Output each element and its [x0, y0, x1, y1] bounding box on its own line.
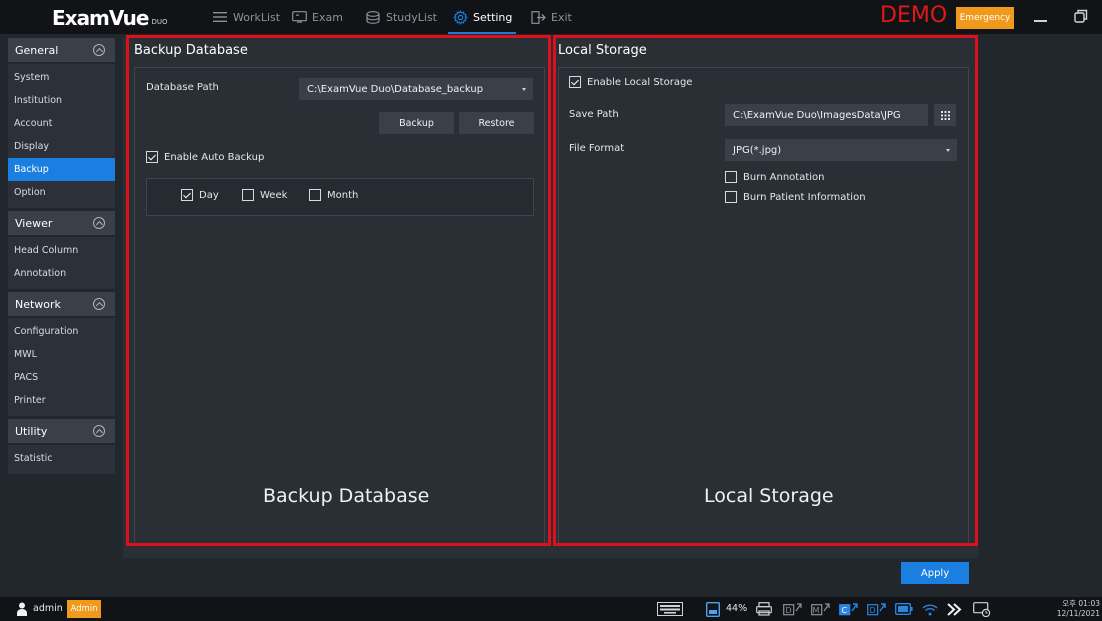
sidebar-group-label: Network: [15, 297, 61, 311]
svg-text:M: M: [813, 606, 820, 615]
display-settings-icon[interactable]: [973, 601, 991, 617]
user-name: admin: [33, 603, 63, 614]
sidebar-item-configuration[interactable]: Configuration: [8, 320, 115, 343]
sidebar-item-annotation[interactable]: Annotation: [8, 262, 115, 285]
sidebar-group-general-items: System Institution Account Display Backu…: [8, 64, 115, 208]
sidebar-group-viewer[interactable]: Viewer: [8, 211, 115, 235]
monitor-icon: [291, 10, 307, 24]
detector-d-icon: D: [783, 601, 803, 617]
battery-percent: 44%: [726, 603, 748, 614]
sidebar-group-network[interactable]: Network: [8, 292, 115, 316]
emergency-button[interactable]: Emergency: [956, 7, 1014, 29]
printer-icon[interactable]: [756, 601, 772, 617]
fast-forward-icon[interactable]: [947, 601, 963, 617]
sidebar-item-pacs[interactable]: PACS: [8, 366, 115, 389]
nav-exit[interactable]: Exit: [530, 0, 572, 34]
logo-subtext: DUO: [151, 18, 168, 26]
database-icon: [365, 10, 381, 24]
sidebar-group-label: Viewer: [15, 216, 53, 230]
sidebar-item-system[interactable]: System: [8, 66, 115, 89]
sidebar-group-label: General: [15, 43, 59, 57]
sidebar-group-general[interactable]: General: [8, 38, 115, 62]
wifi-icon[interactable]: [922, 601, 938, 617]
nav-exam-label: Exam: [312, 10, 343, 24]
restore-window-icon[interactable]: [1073, 8, 1089, 24]
system-clock: 오후 01:03 12/11/2021: [1050, 599, 1100, 619]
clock-date: 12/11/2021: [1056, 609, 1100, 618]
sidebar-item-display[interactable]: Display: [8, 135, 115, 158]
svg-text:D: D: [786, 606, 792, 615]
chevron-up-icon[interactable]: [93, 298, 105, 310]
chevron-up-icon[interactable]: [93, 217, 105, 229]
nav-exit-label: Exit: [551, 10, 572, 24]
sidebar-item-backup[interactable]: Backup: [8, 158, 115, 181]
menu-lines-icon: [212, 10, 228, 24]
storage-highlight-frame: [553, 35, 978, 546]
sidebar-group-viewer-items: Head Column Annotation: [8, 237, 115, 289]
backup-highlight-frame: [126, 35, 551, 546]
sidebar-item-printer[interactable]: Printer: [8, 389, 115, 412]
logo-text: ExamVue: [52, 6, 149, 30]
device-battery-icon: [895, 601, 913, 617]
sidebar-item-institution[interactable]: Institution: [8, 89, 115, 112]
nav-studylist[interactable]: StudyList: [365, 0, 437, 34]
sidebar-item-statistic[interactable]: Statistic: [8, 447, 115, 470]
user-icon: [17, 602, 27, 616]
svg-text:D: D: [870, 606, 876, 615]
apply-button[interactable]: Apply: [901, 562, 969, 584]
top-bar: ExamVue DUO WorkList Exam StudyList Sett…: [0, 0, 1102, 34]
app-window: ExamVue DUO WorkList Exam StudyList Sett…: [0, 0, 1102, 621]
sidebar-item-option[interactable]: Option: [8, 181, 115, 204]
sidebar-item-mwl[interactable]: MWL: [8, 343, 115, 366]
gear-icon: [452, 9, 468, 25]
exit-door-icon: [530, 10, 546, 24]
sidebar-group-utility[interactable]: Utility: [8, 419, 115, 443]
keyboard-icon[interactable]: [657, 601, 683, 617]
demo-label: DEMO: [880, 3, 948, 28]
sidebar-group-network-items: Configuration MWL PACS Printer: [8, 318, 115, 416]
svg-text:C: C: [842, 606, 848, 615]
battery-icon: [706, 601, 720, 617]
nav-setting-label: Setting: [473, 10, 513, 24]
detector-d2-icon: D: [867, 601, 887, 617]
nav-exam[interactable]: Exam: [291, 0, 343, 34]
minimize-button[interactable]: [1034, 20, 1047, 22]
app-logo: ExamVue DUO: [52, 6, 168, 28]
sidebar-item-account[interactable]: Account: [8, 112, 115, 135]
nav-worklist-label: WorkList: [233, 10, 281, 24]
detector-c-icon: C: [839, 601, 859, 617]
settings-sidebar: General System Institution Account Displ…: [8, 38, 115, 590]
clock-time: 오후 01:03: [1062, 599, 1100, 608]
nav-studylist-label: StudyList: [386, 10, 437, 24]
role-badge: Admin: [67, 600, 101, 618]
sidebar-group-utility-items: Statistic: [8, 445, 115, 474]
detector-m-icon: M: [811, 601, 831, 617]
chevron-up-icon[interactable]: [93, 44, 105, 56]
status-bar: admin Admin 44% D M C D 오후 01:03 12/11/2…: [0, 597, 1102, 621]
sidebar-item-head-column[interactable]: Head Column: [8, 239, 115, 262]
nav-setting[interactable]: Setting: [447, 0, 517, 34]
chevron-up-icon[interactable]: [93, 425, 105, 437]
nav-worklist[interactable]: WorkList: [212, 0, 280, 34]
sidebar-group-label: Utility: [15, 424, 48, 438]
